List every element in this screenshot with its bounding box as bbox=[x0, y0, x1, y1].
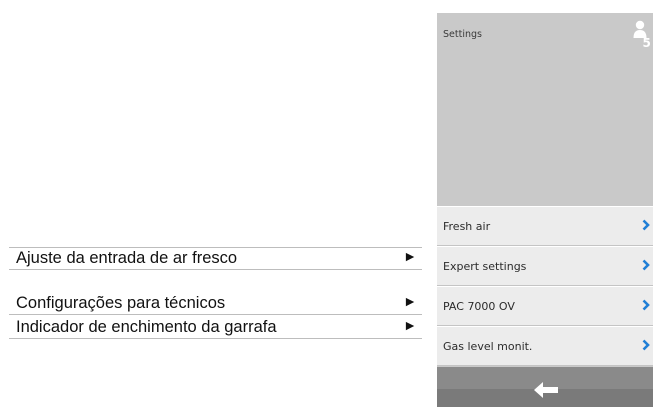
footer-bar bbox=[437, 367, 653, 407]
pointer-arrow-icon: ► bbox=[403, 293, 417, 309]
menu-item-label: Expert settings bbox=[443, 260, 527, 273]
annotation-fresh-air: Ajuste da entrada de ar fresco ► bbox=[9, 247, 422, 270]
annotation-label: Indicador de enchimento da garrafa bbox=[16, 318, 277, 336]
menu-item-fresh-air[interactable]: Fresh air bbox=[437, 206, 653, 246]
annotation-label: Ajuste da entrada de ar fresco bbox=[16, 249, 238, 267]
annotation-gas-level: Indicador de enchimento da garrafa ► bbox=[9, 317, 422, 339]
menu-item-gas-level-monit[interactable]: Gas level monit. bbox=[437, 326, 653, 366]
back-arrow-icon[interactable] bbox=[532, 380, 560, 400]
pointer-arrow-icon: ► bbox=[403, 317, 417, 333]
device-screen: Settings 5 Fresh air Expert settings PAC… bbox=[437, 13, 653, 407]
menu-item-pac-7000-ov[interactable]: PAC 7000 OV bbox=[437, 286, 653, 326]
menu-item-label: Gas level monit. bbox=[443, 340, 533, 353]
chevron-right-icon bbox=[642, 219, 650, 231]
menu-item-label: Fresh air bbox=[443, 220, 491, 233]
annotation-expert-settings: Configurações para técnicos ► bbox=[9, 293, 422, 315]
chevron-right-icon bbox=[642, 259, 650, 271]
menu-item-label: PAC 7000 OV bbox=[443, 300, 515, 313]
screen-title: Settings bbox=[443, 29, 482, 40]
chevron-right-icon bbox=[642, 299, 650, 311]
menu-item-expert-settings[interactable]: Expert settings bbox=[437, 246, 653, 286]
chevron-right-icon bbox=[642, 339, 650, 351]
user-level-icon: 5 bbox=[633, 20, 651, 49]
pointer-arrow-icon: ► bbox=[403, 248, 417, 264]
annotation-label: Configurações para técnicos bbox=[16, 294, 226, 312]
user-level-number: 5 bbox=[643, 36, 651, 49]
settings-menu: Fresh air Expert settings PAC 7000 OV Ga… bbox=[437, 206, 653, 366]
